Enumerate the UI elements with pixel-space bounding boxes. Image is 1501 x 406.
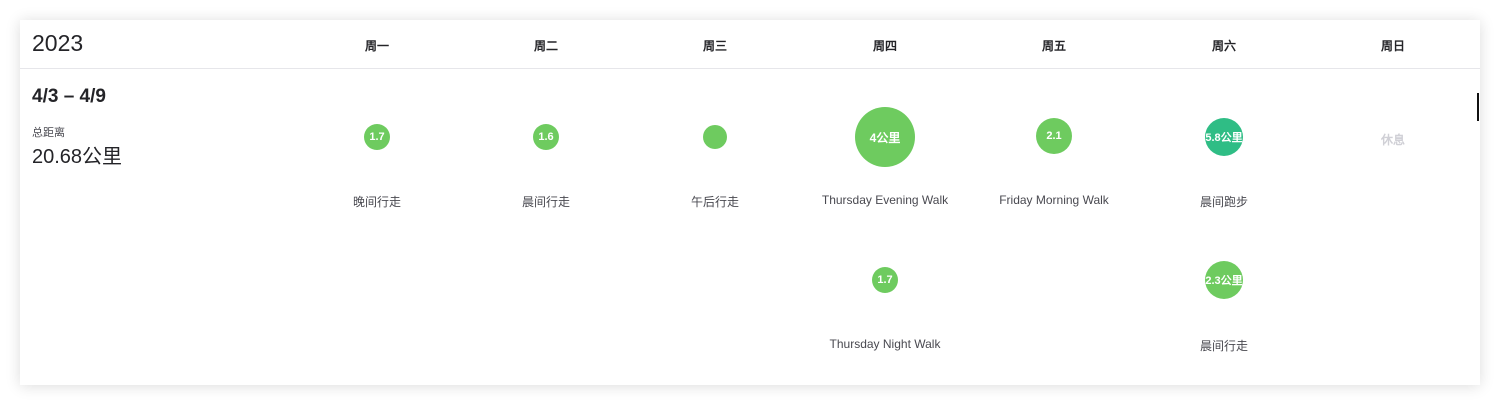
- calendar-header: 2023 周一 周二 周三 周四 周五 周六 周日: [20, 20, 1480, 69]
- day-header-fri: 周五: [1041, 39, 1066, 53]
- activity-name[interactable]: 晨间跑步: [1139, 193, 1309, 210]
- day-header-thu: 周四: [872, 39, 897, 53]
- activity-bubble[interactable]: 2.1: [1036, 118, 1072, 154]
- activity-name[interactable]: 午后行走: [630, 193, 800, 210]
- activity-name[interactable]: Thursday Night Walk: [800, 337, 970, 351]
- activity-bubble[interactable]: 1.7: [872, 267, 898, 293]
- total-distance-label: 总距离: [32, 127, 65, 139]
- rest-day-label: 休息: [1380, 133, 1405, 147]
- week-range: 4/3 – 4/9: [32, 86, 106, 107]
- activity-name[interactable]: 晚间行走: [292, 193, 462, 210]
- activity-bubble[interactable]: 4公里: [855, 107, 915, 167]
- day-header-tue: 周二: [533, 39, 558, 53]
- activity-bubble[interactable]: 1.7: [364, 124, 390, 150]
- day-header-mon: 周一: [364, 39, 389, 53]
- activity-name[interactable]: 晨间行走: [461, 193, 631, 210]
- day-header-sat: 周六: [1211, 39, 1236, 53]
- total-distance-value: 20.68公里: [32, 146, 123, 168]
- activity-bubble[interactable]: 2.3公里: [1205, 261, 1243, 299]
- activity-bubble[interactable]: 5.8公里: [1205, 118, 1243, 156]
- day-header-wed: 周三: [702, 39, 727, 53]
- training-calendar-card: 2023 周一 周二 周三 周四 周五 周六 周日 4/3 – 4/9 总距离 …: [20, 20, 1480, 385]
- activity-name[interactable]: Friday Morning Walk: [969, 193, 1139, 207]
- activity-name[interactable]: 晨间行走: [1139, 337, 1309, 354]
- activity-bubble[interactable]: [703, 125, 727, 149]
- day-header-sun: 周日: [1380, 39, 1405, 53]
- activity-bubble[interactable]: 1.6: [533, 124, 559, 150]
- activity-name[interactable]: Thursday Evening Walk: [800, 193, 970, 207]
- year-label: 2023: [32, 30, 84, 56]
- scroll-indicator[interactable]: [1477, 93, 1479, 121]
